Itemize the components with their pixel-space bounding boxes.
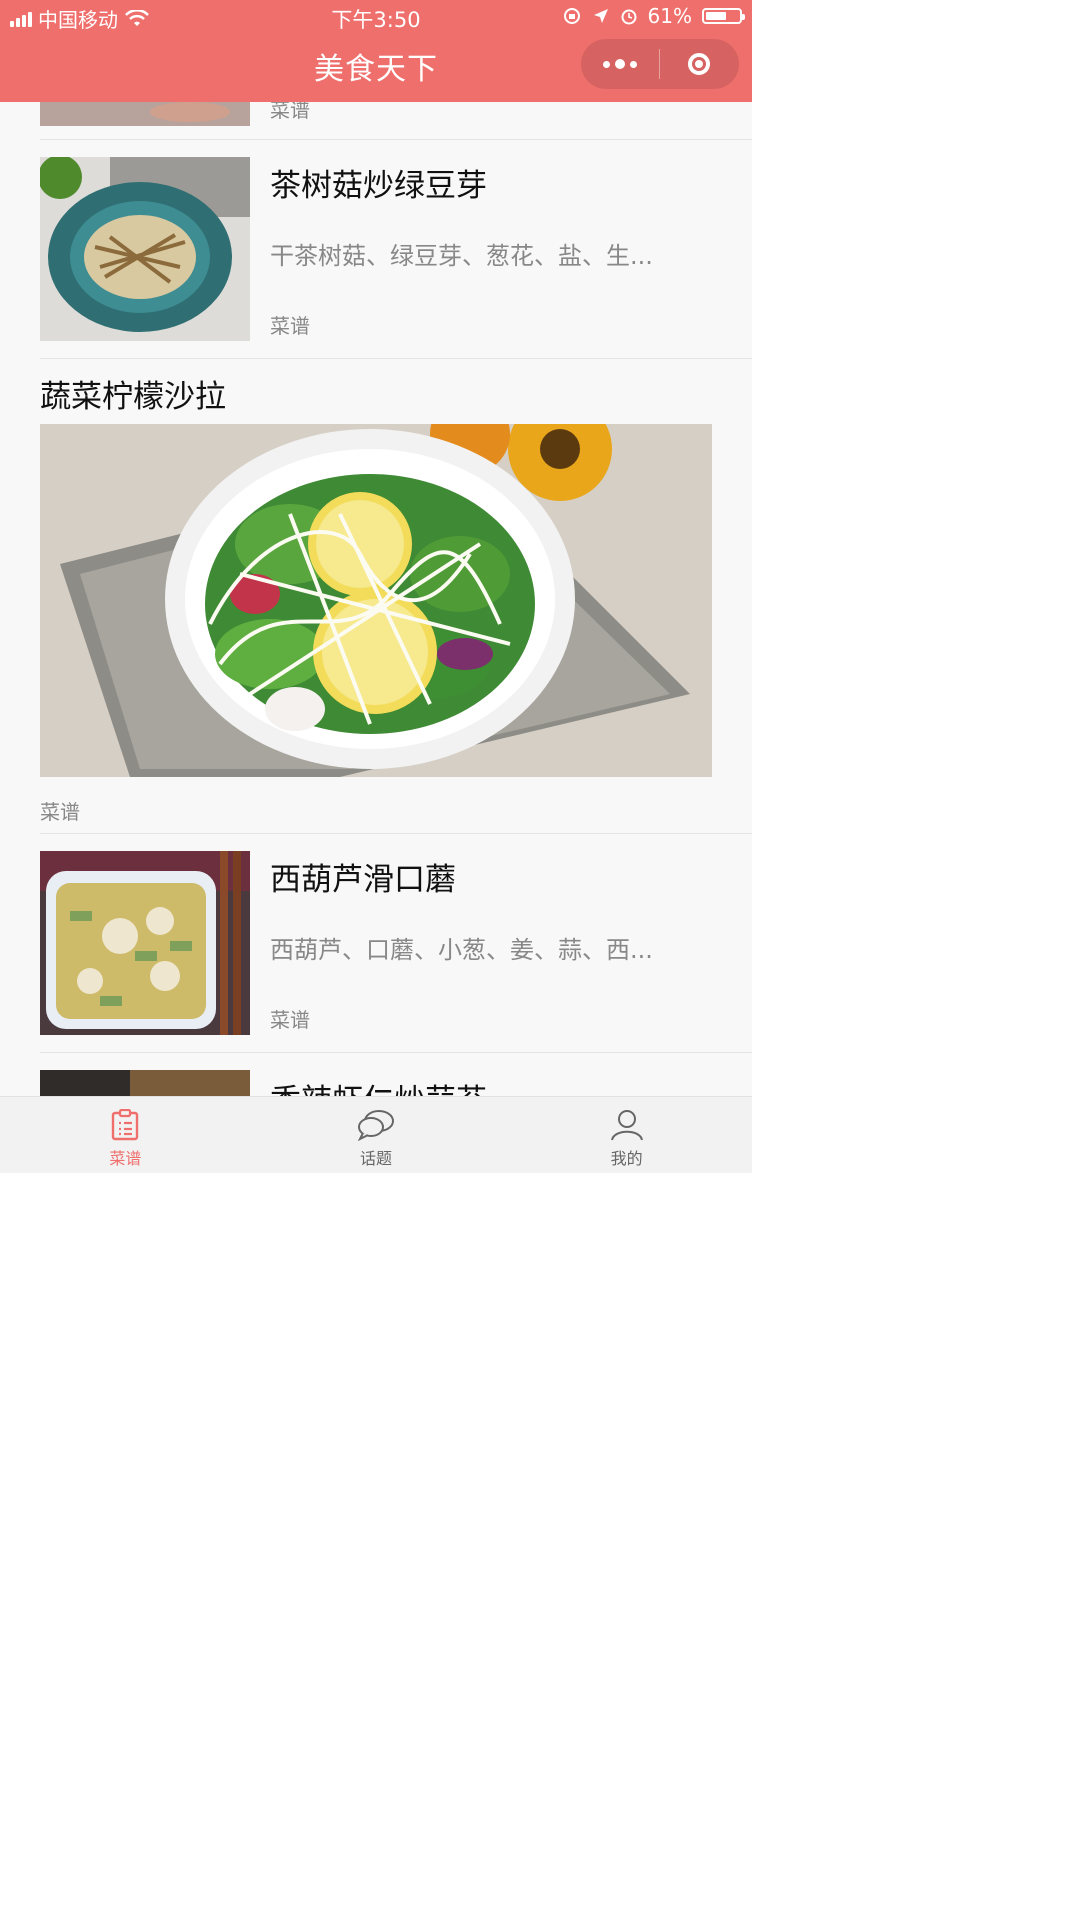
recipe-title: 茶树菇炒绿豆芽 [270, 168, 487, 204]
tab-recipes[interactable]: 菜谱 [0, 1097, 251, 1173]
recipe-tag: 菜谱 [270, 314, 310, 338]
list-item[interactable]: 西葫芦滑口蘑 西葫芦、口蘑、小葱、姜、蒜、西... 菜谱 [0, 834, 752, 1052]
alarm-icon [621, 9, 637, 25]
recipe-ingredients: 干茶树菇、绿豆芽、葱花、盐、生... [270, 242, 653, 270]
more-dots-icon [615, 59, 625, 69]
recipe-thumbnail [40, 157, 250, 341]
person-icon [610, 1110, 643, 1141]
mini-program-capsule [581, 39, 739, 89]
app-screen: 中国移动 下午3:50 61% 美食天下 菜谱 茶树菇炒绿豆芽 干茶树菇、绿豆芽… [0, 0, 752, 1173]
list-item[interactable]: 蔬菜柠檬沙拉 菜谱 [0, 359, 752, 833]
recipe-tag: 菜谱 [40, 800, 80, 824]
tab-mine-label: 我的 [610, 1149, 643, 1168]
recipe-title: 西葫芦滑口蘑 [270, 862, 456, 898]
tab-topics-label: 话题 [360, 1149, 393, 1168]
top-bar: 中国移动 下午3:50 61% 美食天下 [0, 0, 752, 102]
recipe-title: 蔬菜柠檬沙拉 [40, 379, 226, 415]
recipe-feed[interactable]: 菜谱 茶树菇炒绿豆芽 干茶树菇、绿豆芽、葱花、盐、生... 菜谱 蔬菜柠檬沙拉 … [0, 102, 752, 1096]
chat-bubbles-icon [357, 1110, 394, 1141]
status-bar: 中国移动 下午3:50 61% [0, 0, 752, 32]
clipboard-list-icon [112, 1109, 139, 1141]
tab-topics[interactable]: 话题 [251, 1097, 502, 1173]
orientation-lock-icon [563, 8, 580, 24]
tab-recipes-label: 菜谱 [109, 1149, 142, 1168]
recipe-title: 香辣虾仁炒蒜苔 [270, 1075, 487, 1096]
recipe-ingredients: 西葫芦、口蘑、小葱、姜、蒜、西... [270, 936, 653, 964]
recipe-tag: 菜谱 [270, 102, 310, 122]
more-button[interactable] [581, 39, 659, 89]
close-button[interactable] [660, 39, 738, 89]
battery-icon [702, 8, 745, 24]
recipe-tag: 菜谱 [270, 1008, 310, 1032]
recipe-thumbnail [40, 1070, 250, 1096]
location-icon [593, 9, 608, 23]
list-item[interactable]: 茶树菇炒绿豆芽 干茶树菇、绿豆芽、葱花、盐、生... 菜谱 [0, 140, 752, 358]
target-close-icon [688, 53, 710, 75]
list-item[interactable]: 香辣虾仁炒蒜苔 [0, 1053, 752, 1096]
recipe-thumbnail [40, 851, 250, 1035]
battery-percent: 61% [647, 4, 692, 28]
tab-mine[interactable]: 我的 [501, 1097, 752, 1173]
recipe-cover-image [40, 424, 712, 777]
tab-bar: 菜谱 话题 我的 [0, 1096, 752, 1173]
recipe-thumbnail [40, 102, 250, 126]
list-item[interactable]: 菜谱 [0, 102, 752, 138]
